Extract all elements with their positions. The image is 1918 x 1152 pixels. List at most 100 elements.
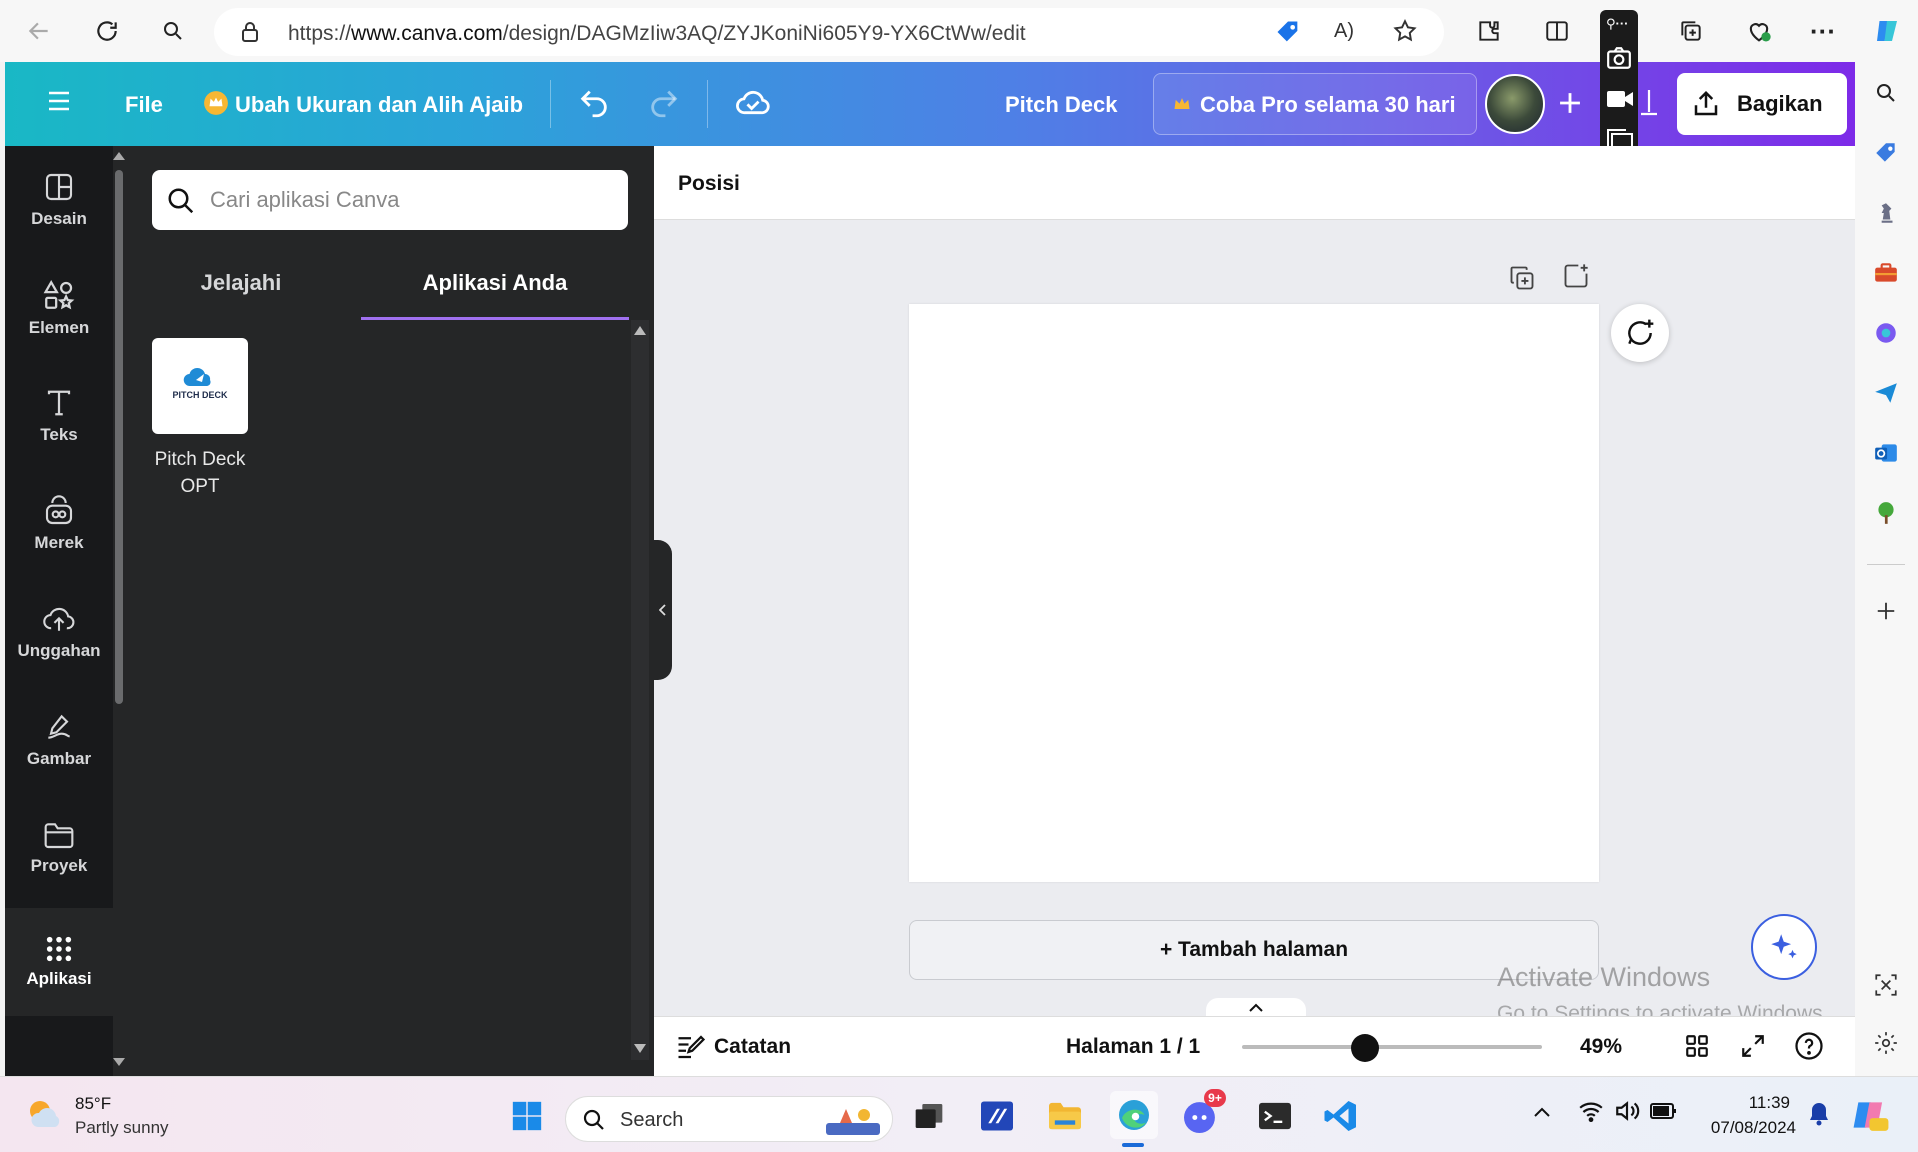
video-record-icon[interactable] [1606,88,1634,110]
copilot-preview-icon[interactable] [1852,1097,1890,1133]
app-tile-pitch-deck[interactable]: PITCH DECK [152,338,248,434]
app-search-box[interactable] [152,170,628,230]
extensions-icon[interactable] [1472,14,1506,48]
favorite-star-icon[interactable] [1392,18,1418,44]
canvas-workspace: Posisi + Tambah halaman Activate Windows… [654,146,1855,1076]
gear-icon[interactable] [1871,1028,1901,1058]
search-icon[interactable] [1871,78,1901,108]
more-options-icon[interactable]: ··· [1806,14,1840,48]
back-arrow-icon[interactable] [22,14,56,48]
cloud-saved-icon[interactable] [735,86,771,120]
add-plus-icon[interactable] [1871,596,1901,626]
rail-item-text[interactable]: Teks [5,362,113,470]
expand-pages-button[interactable] [1206,998,1306,1018]
zoom-slider-knob[interactable] [1350,1034,1379,1062]
fullscreen-icon[interactable] [1740,1033,1766,1059]
discord-icon[interactable]: 9+ [1180,1089,1226,1137]
collapse-panel-handle[interactable] [654,540,672,680]
task-view-icon[interactable] [908,1095,950,1137]
wifi-icon[interactable] [1578,1099,1604,1123]
taskbar-search[interactable]: Search [565,1096,893,1142]
office-copilot-icon[interactable] [1871,318,1901,348]
rail-item-elements[interactable]: Elemen [5,254,113,362]
edge-browser-icon[interactable] [1110,1091,1158,1147]
rail-scrollbar[interactable] [113,150,125,1070]
zoom-level[interactable]: 49% [1580,1035,1622,1059]
chevron-up-icon[interactable] [1532,1105,1552,1119]
rail-item-draw[interactable]: Gambar [5,686,113,794]
magic-assistant-button[interactable] [1751,914,1817,980]
undo-icon[interactable] [577,86,611,120]
add-page-icon[interactable] [1562,262,1590,290]
address-bar[interactable]: https://www.canva.com/design/DAGMzIiw3AQ… [214,8,1444,56]
notes-icon[interactable] [676,1033,706,1061]
panel-scrollbar[interactable] [631,320,649,1060]
battery-icon[interactable] [1650,1101,1678,1121]
terminal-icon[interactable] [1254,1095,1296,1137]
position-button[interactable]: Posisi [678,172,740,196]
grid-view-icon[interactable] [1684,1033,1710,1059]
browser-essentials-icon[interactable] [1742,14,1776,48]
rail-item-uploads[interactable]: Unggahan [5,578,113,686]
clock-time[interactable]: 11:39 [1700,1093,1790,1113]
page-indicator[interactable]: Halaman 1 / 1 [1066,1035,1200,1059]
redo-icon[interactable] [647,86,681,120]
apps-panel: Jelajahi Aplikasi Anda PITCH DECK Pitch … [113,146,654,1076]
send-telegram-icon[interactable] [1871,378,1901,408]
search-input[interactable] [210,182,610,218]
split-screen-icon[interactable] [1540,14,1574,48]
camera-icon[interactable] [1606,46,1632,70]
file-explorer-icon[interactable] [1044,1095,1086,1137]
weather-desc[interactable]: Partly sunny [75,1118,169,1138]
doc-title[interactable]: Pitch Deck [1005,92,1118,118]
chess-games-icon[interactable] [1871,198,1901,228]
browser-sidebar [1855,62,1918,1076]
share-button[interactable]: Bagikan [1677,73,1847,135]
file-menu[interactable]: File [125,92,163,118]
tab-explore[interactable]: Jelajahi [143,270,339,320]
price-tag-icon[interactable] [1274,18,1302,46]
rail-item-apps[interactable]: Aplikasi [5,908,113,1016]
tab-your-apps[interactable]: Aplikasi Anda [361,270,629,320]
rail-item-brand[interactable]: Merek [5,470,113,578]
outlook-icon[interactable] [1871,438,1901,468]
collections-icon[interactable] [1674,14,1708,48]
add-collaborator-plus-icon[interactable] [1553,86,1587,120]
toolbox-icon[interactable] [1871,258,1901,288]
duplicate-page-icon[interactable] [1508,264,1536,292]
weather-sun-cloud-icon[interactable] [24,1097,64,1133]
rail-item-design[interactable]: Desain [5,146,113,254]
refresh-icon[interactable] [90,14,124,48]
rail-item-projects[interactable]: Proyek [5,794,113,902]
shapes-icon [43,279,75,310]
add-comment-button[interactable] [1611,304,1669,362]
windows-start-icon[interactable] [506,1095,548,1137]
shopping-tag-icon[interactable] [1871,138,1901,168]
notes-button[interactable]: Catatan [714,1035,791,1059]
zoom-slider[interactable] [1242,1045,1542,1049]
vscode-icon[interactable] [1320,1095,1362,1137]
weather-temp[interactable]: 85°F [75,1094,111,1114]
text-t-icon [47,390,71,416]
read-aloud-icon[interactable]: A) [1334,20,1354,43]
sparkle-icon [1771,934,1797,959]
copilot-icon[interactable] [1870,14,1904,48]
capture-drag-handle[interactable]: ⚲··· [1606,16,1629,32]
notification-bell-icon[interactable] [1808,1101,1830,1127]
hamburger-menu-icon[interactable] [47,90,71,112]
resize-magic-switch[interactable]: Ubah Ukuran dan Alih Ajaib [235,92,523,118]
design-page[interactable] [909,304,1599,882]
vscode-insiders-icon[interactable] [976,1095,1018,1137]
add-page-button[interactable]: + Tambah halaman [909,920,1599,980]
screenshot-icon[interactable] [1871,970,1901,1000]
tree-game-icon[interactable] [1871,498,1901,528]
rail-label: Teks [40,425,78,444]
help-icon[interactable] [1794,1031,1824,1061]
volume-icon[interactable] [1614,1099,1640,1123]
clock-date[interactable]: 07/08/2024 [1700,1118,1796,1138]
search-icon[interactable] [156,14,190,48]
app-name[interactable]: Pitch Deck OPT [133,446,267,500]
avatar[interactable] [1485,74,1545,134]
try-pro-button[interactable]: Coba Pro selama 30 hari [1153,73,1477,135]
download-icon[interactable] [1637,86,1661,120]
